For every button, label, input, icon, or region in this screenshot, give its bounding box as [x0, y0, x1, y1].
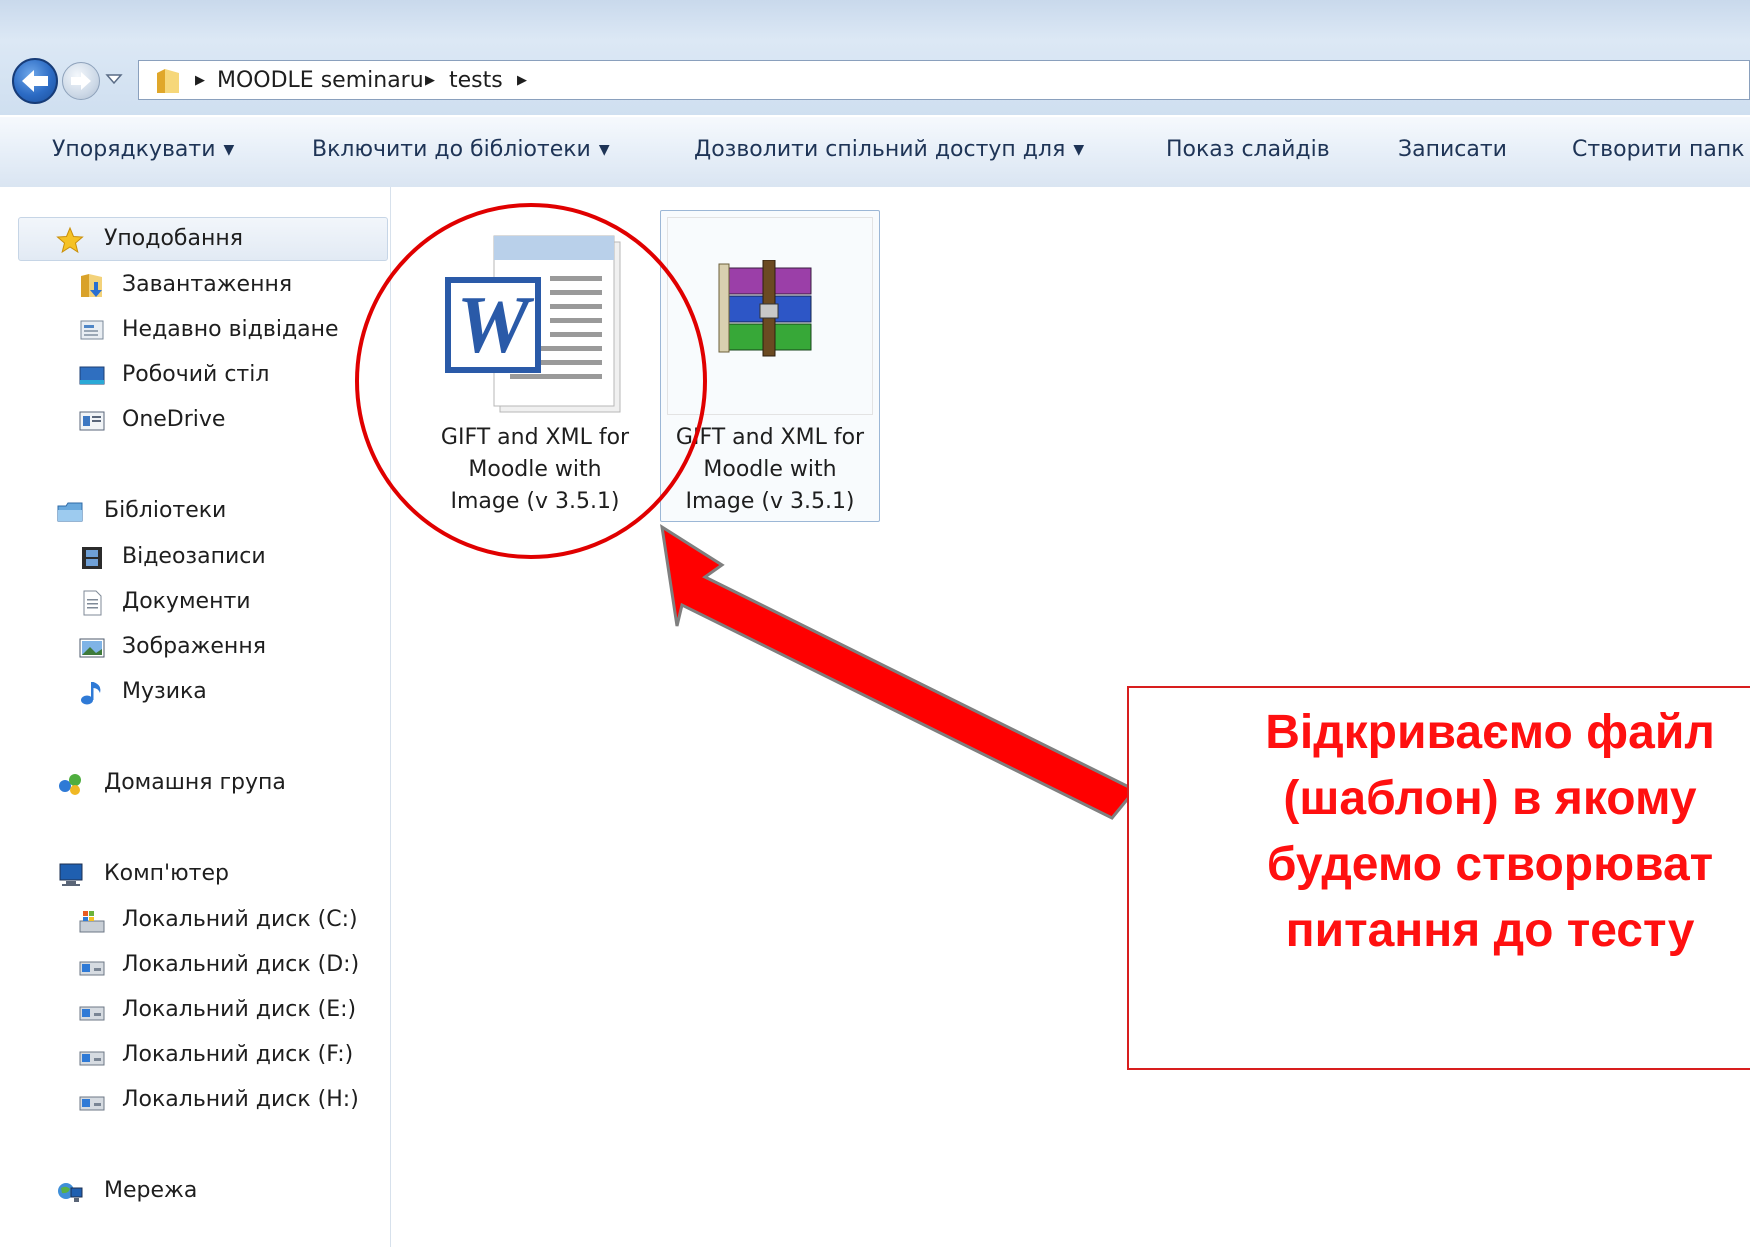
sidebar-item-label: Локальний диск (E:) [122, 997, 357, 1022]
drive-icon [79, 961, 105, 976]
back-button[interactable] [12, 58, 58, 104]
breadcrumb-separator-icon[interactable]: ▶ [517, 73, 527, 88]
new-folder-button[interactable]: Створити папк [1572, 137, 1745, 162]
history-dropdown-icon[interactable] [104, 72, 124, 86]
network-icon [58, 1183, 83, 1202]
videos-icon [82, 547, 102, 569]
computer-icon [59, 863, 83, 886]
breadcrumb-item-tests[interactable]: tests [449, 68, 503, 93]
file-name-line: GIFT and XML for [440, 425, 630, 450]
file-name: GIFT and XML for Moodle with Image (v 3.… [660, 422, 880, 518]
title-bar: ▶ MOODLE seminaru ▶ tests ▶ [0, 0, 1750, 115]
documents-icon [83, 590, 102, 616]
sidebar-item-label: Локальний диск (D:) [122, 952, 360, 977]
star-icon [56, 226, 84, 254]
file-name-line: Moodle with [468, 457, 602, 482]
recent-places-icon [80, 320, 104, 340]
command-toolbar: Упорядкувати ▼ Включити до бібліотеки ▼ До… [0, 116, 1750, 188]
file-name: GIFT and XML for Moodle with Image (v 3.… [420, 422, 650, 518]
file-name-line: Image (v 3.5.1) [450, 489, 620, 514]
sidebar-item-label: Мережа [104, 1178, 198, 1203]
sidebar-item-label: Локальний диск (H:) [122, 1087, 359, 1112]
breadcrumb-separator-icon: ▶ [195, 73, 205, 88]
pictures-icon [79, 638, 105, 658]
drive-icon [79, 1096, 105, 1111]
annotation-line: Відкриваємо файл [1265, 706, 1715, 759]
address-bar[interactable]: ▶ MOODLE seminaru ▶ tests ▶ [138, 60, 1750, 100]
dropdown-caret-icon: ▼ [598, 142, 610, 158]
back-arrow-icon [22, 70, 48, 92]
svg-text:W: W [457, 279, 535, 370]
slideshow-button[interactable]: Показ слайдів [1166, 137, 1330, 162]
homegroup-icon [59, 774, 81, 795]
forward-button[interactable] [62, 62, 100, 100]
sidebar-item-label: Уподобання [104, 226, 243, 251]
sidebar-item-label: Бібліотеки [104, 498, 227, 523]
organize-label: Упорядкувати [52, 137, 216, 162]
desktop-icon [79, 366, 105, 385]
winrar-archive-icon [718, 260, 812, 357]
annotation-text: Відкриваємо файл (шаблон) в якому будемо… [1140, 700, 1750, 964]
folder-icon [157, 69, 179, 93]
forward-arrow-icon [71, 72, 91, 90]
sidebar-item-label: Робочий стіл [122, 362, 270, 387]
dropdown-caret-icon: ▼ [1073, 142, 1085, 158]
libraries-icon [57, 502, 83, 522]
system-drive-icon [79, 911, 105, 933]
file-name-line: Moodle with [703, 457, 837, 482]
sidebar-item-label: Комп'ютер [104, 861, 229, 886]
dropdown-caret-icon: ▼ [223, 142, 235, 158]
annotation-line: (шаблон) в якому [1283, 772, 1697, 825]
burn-button[interactable]: Записати [1398, 137, 1507, 162]
file-item-word[interactable]: W GIFT and XML for Moodle with Image (v … [420, 210, 650, 522]
include-in-library-button[interactable]: Включити до бібліотеки ▼ [312, 137, 610, 162]
sidebar-item-label: Локальний диск (C:) [122, 907, 358, 932]
drive-icon [79, 1051, 105, 1066]
sidebar-item-label: Зображення [122, 634, 266, 659]
sidebar-item-label: Музика [122, 679, 207, 704]
explorer-window: ▶ MOODLE seminaru ▶ tests ▶ Упорядкувати… [0, 0, 1750, 1247]
breadcrumb-item-moodle-seminaru[interactable]: MOODLE seminaru [217, 68, 424, 93]
sidebar-item-label: Відеозаписи [122, 544, 266, 569]
downloads-folder-icon [81, 274, 102, 297]
organize-button[interactable]: Упорядкувати ▼ [52, 137, 234, 162]
sidebar-item-label: Недавно відвідане [122, 317, 339, 342]
drive-icon [79, 1006, 105, 1021]
sidebar-item-label: Документи [122, 589, 251, 614]
sidebar-item-label: Завантаження [122, 272, 293, 297]
music-icon [81, 682, 101, 705]
share-with-label: Дозволити спільний доступ для [694, 137, 1066, 162]
onedrive-icon [79, 411, 105, 431]
sidebar-item-label: Домашня група [104, 770, 286, 795]
sidebar-item-label: Локальний диск (F:) [122, 1042, 354, 1067]
annotation-line: будемо створюват [1266, 838, 1714, 891]
file-name-line: GIFT and XML for [675, 425, 865, 450]
annotation-line: питання до тесту [1285, 904, 1695, 957]
file-name-line: Image (v 3.5.1) [685, 489, 855, 514]
share-with-button[interactable]: Дозволити спільний доступ для ▼ [694, 137, 1084, 162]
word-document-icon: W [445, 235, 621, 413]
include-in-library-label: Включити до бібліотеки [312, 137, 591, 162]
sidebar-item-label: OneDrive [122, 407, 226, 432]
breadcrumb-separator-icon: ▶ [425, 73, 435, 88]
